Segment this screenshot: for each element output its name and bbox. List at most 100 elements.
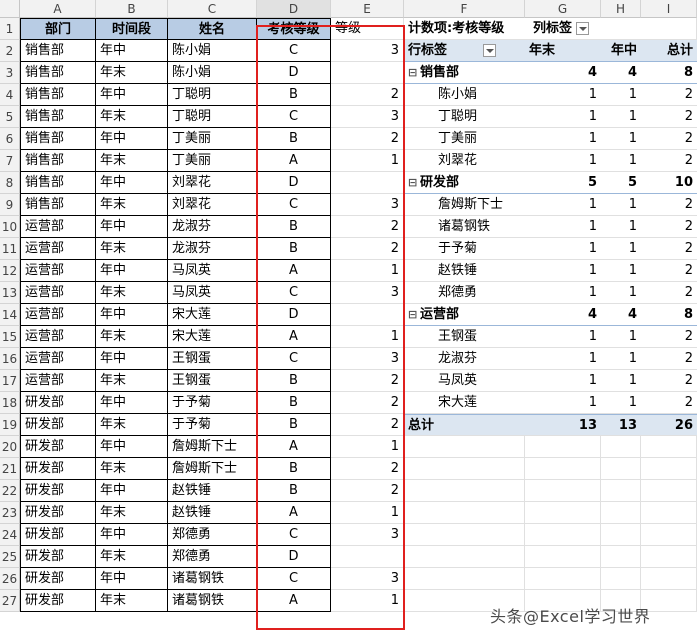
table-cell[interactable]: 于予菊 [168,414,257,436]
pivot-value-cell[interactable]: 1 [525,106,601,128]
table-cell[interactable]: 销售部 [20,150,96,172]
pivot-item-row-label[interactable]: 赵铁锤 [404,260,525,282]
table-cell[interactable]: 于予菊 [168,392,257,414]
pivot-column-header[interactable]: 总计 [641,40,697,62]
empty-cell[interactable] [404,502,525,524]
row-header[interactable]: 8 [0,172,20,194]
pivot-value-cell[interactable]: 1 [601,260,641,282]
table-cell[interactable]: C [257,348,331,370]
table-cell[interactable]: 年末 [96,590,168,612]
pivot-value-cell[interactable]: 2 [641,260,697,282]
table-cell[interactable]: 运营部 [20,260,96,282]
row-header[interactable]: 20 [0,436,20,458]
table-cell[interactable]: 王钢蛋 [168,348,257,370]
table-header-cell[interactable]: 部门 [20,18,96,40]
table-cell[interactable]: 销售部 [20,106,96,128]
table-cell[interactable]: 3 [331,40,404,62]
table-cell[interactable]: D [257,304,331,326]
pivot-item-row-label[interactable]: 丁聪明 [404,106,525,128]
table-cell[interactable]: 研发部 [20,458,96,480]
table-cell[interactable]: 研发部 [20,546,96,568]
table-cell[interactable]: 陈小娟 [168,62,257,84]
pivot-value-cell[interactable]: 1 [525,194,601,216]
pivot-value-cell[interactable]: 1 [525,216,601,238]
table-cell[interactable]: 年末 [96,106,168,128]
row-header[interactable]: 1 [0,18,20,40]
table-cell[interactable]: 年末 [96,546,168,568]
pivot-value-cell[interactable]: 1 [601,348,641,370]
table-cell[interactable]: B [257,480,331,502]
pivot-title-cell[interactable]: 计数项:考核等级 [404,18,525,40]
pivot-value-cell[interactable]: 2 [641,392,697,414]
table-cell[interactable]: 刘翠花 [168,194,257,216]
row-header[interactable]: 21 [0,458,20,480]
table-cell[interactable]: 3 [331,194,404,216]
table-cell[interactable]: 龙淑芬 [168,216,257,238]
empty-cell[interactable] [601,458,641,480]
select-all-corner[interactable] [0,0,20,18]
row-header[interactable]: 4 [0,84,20,106]
pivot-item-row-label[interactable]: 刘翠花 [404,150,525,172]
pivot-value-cell[interactable]: 1 [601,106,641,128]
pivot-item-row-label[interactable]: 诸葛钢铁 [404,216,525,238]
table-cell[interactable]: 年中 [96,392,168,414]
column-header-b[interactable]: B [96,0,168,18]
table-cell[interactable]: 2 [331,392,404,414]
table-cell[interactable]: 销售部 [20,84,96,106]
row-header[interactable]: 11 [0,238,20,260]
empty-cell[interactable] [525,458,601,480]
table-cell[interactable] [331,546,404,568]
pivot-grand-total-value[interactable]: 26 [641,414,697,436]
empty-cell[interactable] [641,480,697,502]
table-cell[interactable]: 研发部 [20,568,96,590]
table-cell[interactable] [331,172,404,194]
row-header[interactable]: 15 [0,326,20,348]
table-cell[interactable]: A [257,150,331,172]
empty-cell[interactable] [525,502,601,524]
table-cell[interactable]: 销售部 [20,62,96,84]
table-cell[interactable]: 销售部 [20,40,96,62]
pivot-column-label-cell[interactable]: 列标签 [525,18,641,40]
table-cell[interactable]: 年中 [96,40,168,62]
pivot-value-cell[interactable]: 4 [601,62,641,84]
table-cell[interactable] [331,304,404,326]
pivot-value-cell[interactable]: 2 [641,238,697,260]
table-cell[interactable]: 年中 [96,260,168,282]
row-header[interactable]: 26 [0,568,20,590]
pivot-value-cell[interactable]: 1 [601,370,641,392]
pivot-value-cell[interactable]: 1 [525,348,601,370]
empty-cell[interactable] [641,524,697,546]
table-cell[interactable]: 2 [331,238,404,260]
pivot-value-cell[interactable]: 1 [601,392,641,414]
empty-cell[interactable] [641,502,697,524]
table-cell[interactable]: 运营部 [20,304,96,326]
column-filter-dropdown-icon[interactable] [576,22,590,35]
pivot-value-cell[interactable]: 1 [601,238,641,260]
row-header[interactable]: 5 [0,106,20,128]
row-header[interactable]: 25 [0,546,20,568]
row-header[interactable]: 22 [0,480,20,502]
table-cell[interactable]: 2 [331,414,404,436]
pivot-value-cell[interactable]: 1 [525,260,601,282]
row-header[interactable]: 2 [0,40,20,62]
empty-cell[interactable] [525,436,601,458]
table-cell[interactable]: 1 [331,260,404,282]
table-cell[interactable]: A [257,502,331,524]
table-cell[interactable]: 年末 [96,458,168,480]
pivot-value-cell[interactable]: 1 [525,128,601,150]
pivot-group-row-label[interactable]: ⊟ 研发部 [404,172,525,194]
table-cell[interactable]: B [257,370,331,392]
table-cell[interactable]: 销售部 [20,128,96,150]
table-cell[interactable]: B [257,216,331,238]
table-cell[interactable]: 运营部 [20,216,96,238]
table-cell[interactable]: 研发部 [20,590,96,612]
table-cell[interactable]: 运营部 [20,238,96,260]
pivot-value-cell[interactable]: 2 [641,106,697,128]
empty-cell[interactable] [404,458,525,480]
row-header[interactable]: 9 [0,194,20,216]
table-cell[interactable]: C [257,106,331,128]
pivot-value-cell[interactable]: 2 [641,216,697,238]
row-header[interactable]: 24 [0,524,20,546]
pivot-grand-total-label[interactable]: 总计 [404,414,525,436]
table-cell[interactable]: C [257,568,331,590]
